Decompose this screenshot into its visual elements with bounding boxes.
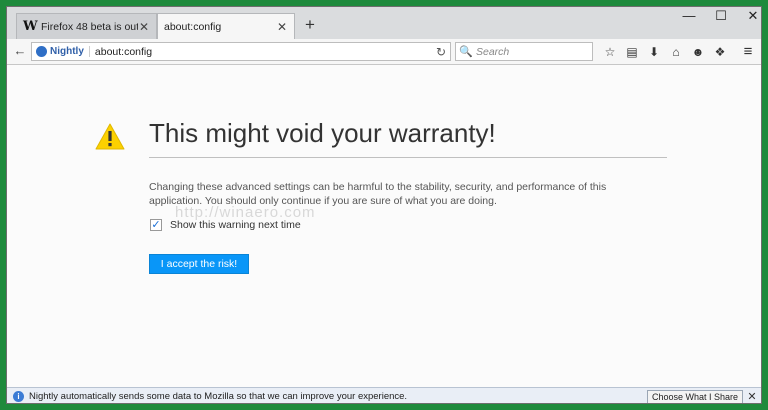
tab-title: Firefox 48 beta is out with ... xyxy=(41,20,138,33)
show-warning-label[interactable]: Show this warning next time xyxy=(170,219,301,231)
warning-icon xyxy=(95,123,125,150)
search-icon: 🔍 xyxy=(459,46,473,58)
maximize-button[interactable]: ☐ xyxy=(705,7,737,27)
tab-firefox-48-beta[interactable]: W Firefox 48 beta is out with ... ✕ xyxy=(16,13,157,39)
minimize-button[interactable]: — xyxy=(673,7,705,27)
downloads-icon[interactable]: ⬇ xyxy=(645,43,663,61)
accept-risk-button[interactable]: I accept the risk! xyxy=(149,254,249,274)
tab-close-icon[interactable]: ✕ xyxy=(276,20,288,34)
notification-bar: i Nightly automatically sends some data … xyxy=(7,387,761,403)
navigation-toolbar: ← Nightly about:config ↻ 🔍 Search ☆ ▤ ⬇ … xyxy=(7,39,761,65)
browser-window: W Firefox 48 beta is out with ... ✕ abou… xyxy=(6,6,762,404)
tab-strip: W Firefox 48 beta is out with ... ✕ abou… xyxy=(7,7,761,39)
notification-text: Nightly automatically sends some data to… xyxy=(29,391,408,402)
info-icon: i xyxy=(13,391,24,402)
url-bar[interactable]: Nightly about:config ↻ xyxy=(31,42,451,61)
title-divider xyxy=(149,157,667,158)
choose-what-i-share-button[interactable]: Choose What I Share xyxy=(646,389,743,403)
globe-icon xyxy=(36,46,47,57)
home-icon[interactable]: ⌂ xyxy=(667,43,685,61)
hamburger-menu-icon[interactable]: ≡ xyxy=(739,43,757,61)
page-title: This might void your warranty! xyxy=(149,118,496,148)
notification-close-icon[interactable]: ✕ xyxy=(743,390,761,403)
url-text[interactable]: about:config xyxy=(95,46,432,58)
reading-list-icon[interactable]: ▤ xyxy=(623,43,641,61)
back-button[interactable]: ← xyxy=(11,42,29,60)
tab-about-config[interactable]: about:config ✕ xyxy=(157,13,295,39)
tab-title: about:config xyxy=(164,20,222,33)
winaero-favicon-icon: W xyxy=(23,19,38,34)
page-content: This might void your warranty! Changing … xyxy=(7,65,761,387)
chat-icon[interactable]: ☻ xyxy=(689,43,707,61)
bookmark-star-icon[interactable]: ☆ xyxy=(601,43,619,61)
show-warning-checkbox[interactable]: ✓ xyxy=(150,219,162,231)
new-tab-button[interactable]: + xyxy=(300,15,320,35)
pocket-icon[interactable]: ❖ xyxy=(711,43,729,61)
identity-label[interactable]: Nightly xyxy=(50,46,90,57)
close-window-button[interactable]: ✕ xyxy=(737,7,761,27)
reload-icon[interactable]: ↻ xyxy=(432,45,450,59)
search-input[interactable]: 🔍 Search xyxy=(455,42,593,61)
tab-close-icon[interactable]: ✕ xyxy=(138,20,150,34)
search-placeholder: Search xyxy=(476,45,510,58)
